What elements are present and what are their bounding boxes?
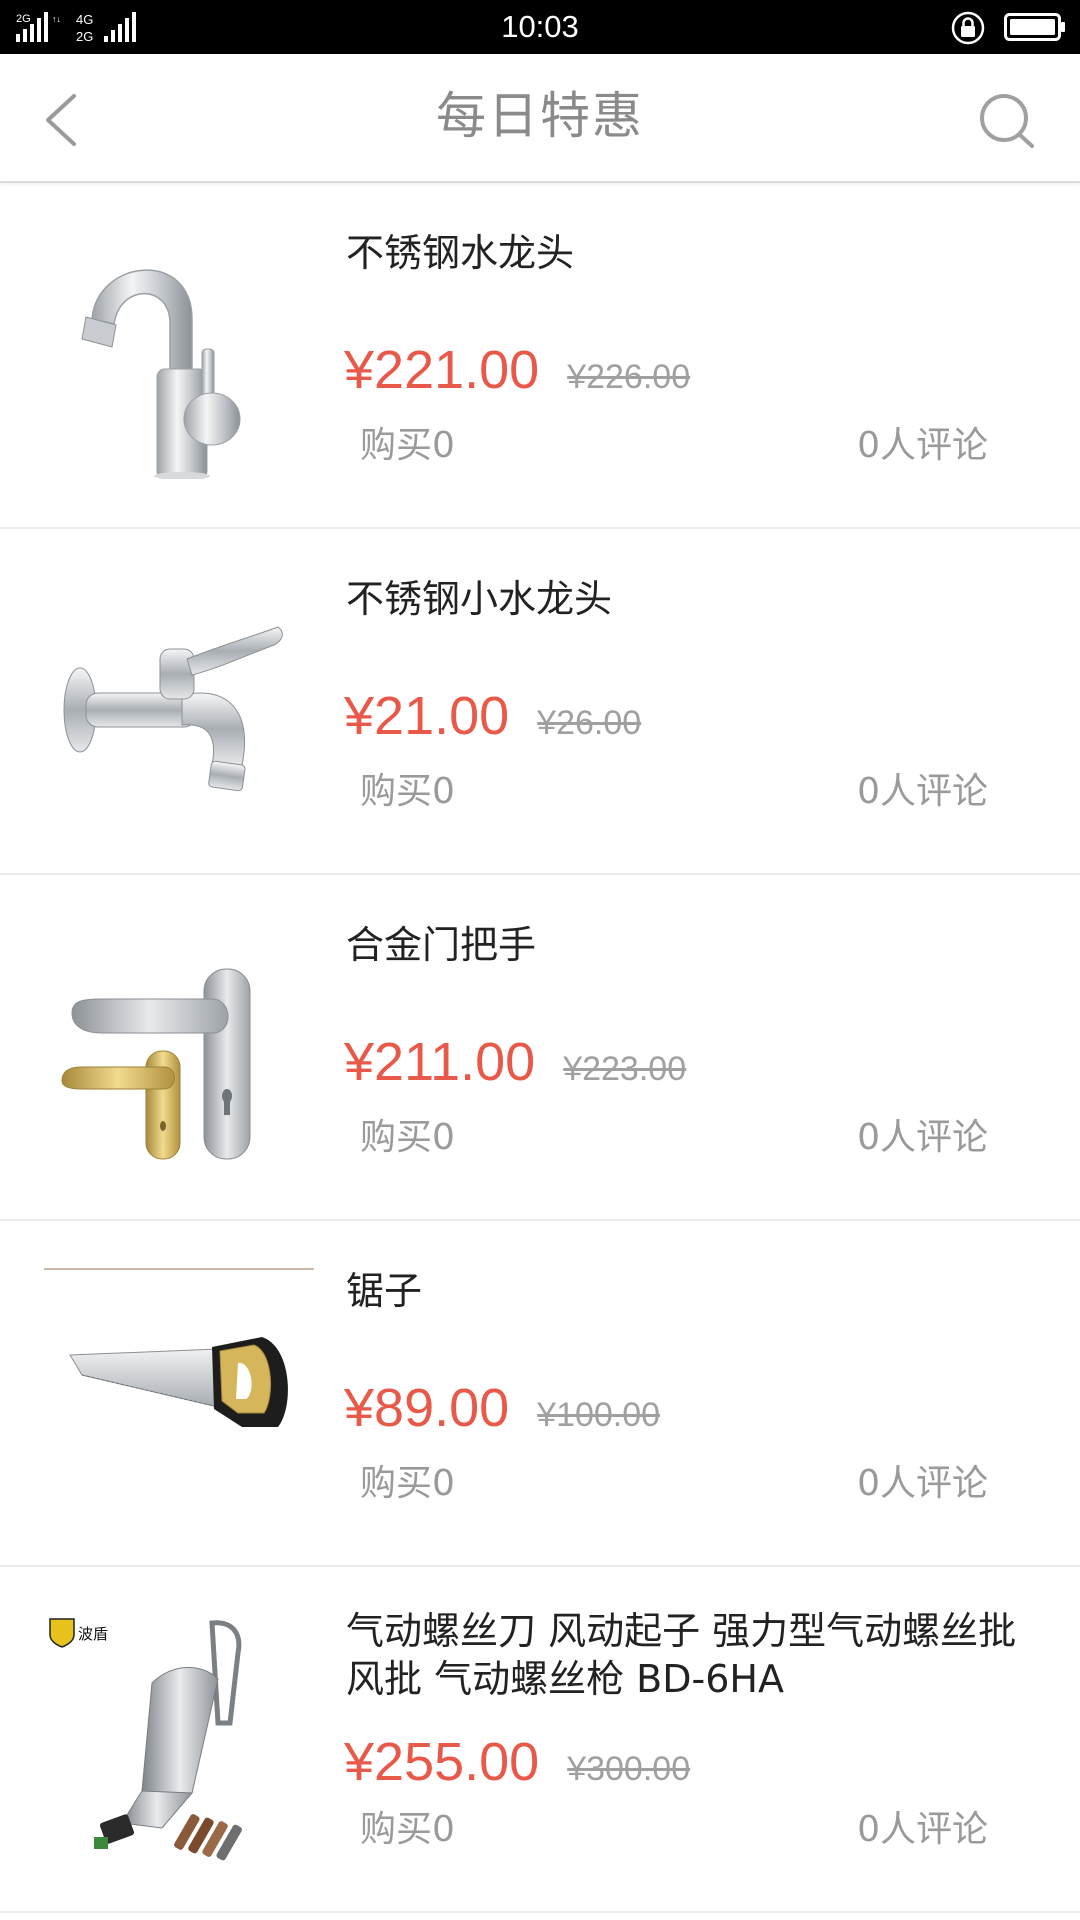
- top-app-bar: 每日特惠: [0, 54, 1080, 183]
- original-price: ¥26.00: [537, 704, 642, 742]
- current-price: ¥89.00: [344, 1378, 510, 1438]
- price-row: ¥221.00 ¥226.00: [344, 335, 690, 405]
- purchase-count: 购买0: [360, 1809, 455, 1850]
- pneumatic-screwdriver-image: 波盾: [42, 1613, 314, 1863]
- page-title: 每日特惠: [436, 87, 644, 145]
- review-count: 0人评论: [857, 1117, 988, 1158]
- original-price: ¥223.00: [563, 1050, 687, 1088]
- list-item[interactable]: 波盾 气动螺丝刀 风动起子 强力型气动螺丝批 风批 气动螺丝枪 BD-6HA ¥…: [0, 1567, 1080, 1913]
- list-item[interactable]: 不锈钢水龙头 ¥221.00 ¥226.00 购买0 0人评论: [0, 183, 1080, 529]
- review-count: 0人评论: [857, 1463, 988, 1504]
- current-price: ¥211.00: [344, 1032, 536, 1092]
- review-count: 0人评论: [857, 425, 988, 466]
- purchase-count: 购买0: [360, 1117, 455, 1158]
- list-item[interactable]: 锯子 ¥89.00 ¥100.00 购买0 0人评论: [0, 1221, 1080, 1567]
- current-price: ¥221.00: [344, 340, 540, 400]
- list-item[interactable]: 合金门把手 ¥211.00 ¥223.00 购买0 0人评论: [0, 875, 1080, 1221]
- price-row: ¥211.00 ¥223.00: [344, 1027, 686, 1097]
- status-time: 10:03: [501, 9, 579, 44]
- original-price: ¥300.00: [567, 1750, 691, 1788]
- price-row: ¥21.00 ¥26.00: [344, 681, 641, 751]
- saw-image: [42, 1267, 314, 1517]
- status-bar: 2G ↑↓ 4G 2G 10:03: [0, 0, 1080, 54]
- product-name: 气动螺丝刀 风动起子 强力型气动螺丝批 风批 气动螺丝枪 BD-6HA: [346, 1609, 1017, 1701]
- review-count: 0人评论: [857, 1809, 988, 1850]
- purchase-count: 购买0: [360, 425, 455, 466]
- product-name: 不锈钢小水龙头: [346, 577, 613, 621]
- price-row: ¥89.00 ¥100.00: [344, 1373, 660, 1443]
- current-price: ¥21.00: [344, 686, 510, 746]
- small-faucet-image: [42, 575, 314, 825]
- faucet-image: [42, 229, 314, 479]
- current-price: ¥255.00: [344, 1732, 540, 1792]
- price-row: ¥255.00 ¥300.00: [344, 1727, 690, 1797]
- purchase-count: 购买0: [360, 1463, 455, 1504]
- battery-icon: [1004, 13, 1065, 41]
- original-price: ¥100.00: [537, 1396, 661, 1434]
- product-list: 不锈钢水龙头 ¥221.00 ¥226.00 购买0 0人评论 不锈钢小水龙头 …: [0, 183, 1080, 1913]
- door-handle-image: [42, 921, 314, 1171]
- rotation-lock-icon: [951, 11, 985, 45]
- product-name: 锯子: [346, 1269, 423, 1313]
- purchase-count: 购买0: [360, 771, 455, 812]
- product-name: 合金门把手: [346, 923, 537, 967]
- product-name: 不锈钢水龙头: [346, 231, 575, 275]
- review-count: 0人评论: [857, 771, 988, 812]
- list-item[interactable]: 不锈钢小水龙头 ¥21.00 ¥26.00 购买0 0人评论: [0, 529, 1080, 875]
- search-icon[interactable]: [976, 90, 1040, 154]
- original-price: ¥226.00: [567, 358, 691, 396]
- brand-logo-text: 波盾: [78, 1625, 108, 1643]
